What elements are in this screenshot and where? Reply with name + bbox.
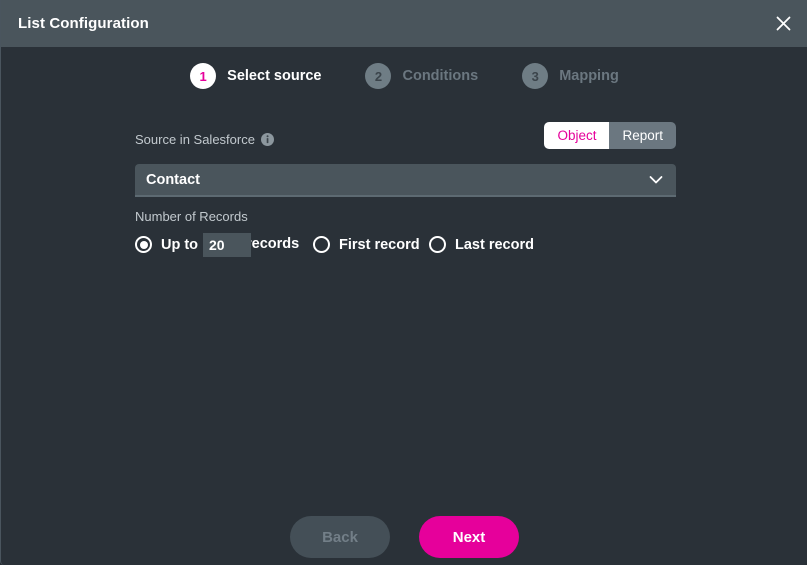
dialog-titlebar: List Configuration bbox=[1, 0, 807, 47]
dialog-title: List Configuration bbox=[18, 15, 149, 32]
radio-first-record-label: First record bbox=[339, 236, 420, 253]
toggle-option-object[interactable]: Object bbox=[544, 122, 610, 149]
step-label-conditions: Conditions bbox=[402, 68, 479, 84]
records-label: Number of Records bbox=[135, 209, 248, 224]
step-label-mapping: Mapping bbox=[559, 68, 619, 84]
source-label: Source in Salesforce bbox=[135, 132, 274, 147]
toggle-option-report[interactable]: Report bbox=[609, 122, 676, 149]
dialog-footer: Back Next bbox=[1, 516, 807, 558]
source-label-text: Source in Salesforce bbox=[135, 132, 255, 147]
source-object-select[interactable]: Contact bbox=[135, 164, 676, 197]
step-number-3: 3 bbox=[522, 63, 549, 89]
radio-last-record-control[interactable] bbox=[429, 236, 446, 253]
step-conditions[interactable]: 2 Conditions bbox=[365, 63, 478, 89]
radio-first-record[interactable]: First record bbox=[313, 236, 420, 253]
source-type-toggle: Object Report bbox=[544, 122, 676, 149]
source-form: Source in Salesforce Object Report Conta… bbox=[135, 122, 676, 257]
radio-up-to[interactable]: Up to bbox=[135, 236, 198, 253]
records-suffix-label: records bbox=[246, 236, 300, 252]
step-label-select-source: Select source bbox=[227, 68, 322, 84]
wizard-stepper: 1 Select source 2 Conditions 3 Mapping bbox=[1, 63, 807, 89]
radio-up-to-label: Up to bbox=[161, 236, 199, 253]
back-button[interactable]: Back bbox=[290, 516, 390, 558]
source-label-row: Source in Salesforce Object Report bbox=[135, 122, 676, 153]
close-icon[interactable] bbox=[766, 6, 800, 40]
step-select-source[interactable]: 1 Select source bbox=[190, 63, 321, 89]
list-configuration-dialog: List Configuration 1 Select source 2 Con… bbox=[0, 0, 807, 565]
radio-up-to-dot bbox=[139, 240, 148, 249]
radio-last-record[interactable]: Last record bbox=[429, 236, 534, 253]
step-number-2: 2 bbox=[365, 63, 392, 89]
step-mapping[interactable]: 3 Mapping bbox=[522, 63, 619, 89]
records-options-row: Up to records First record Last record bbox=[135, 233, 676, 257]
radio-first-record-control[interactable] bbox=[313, 236, 330, 253]
step-number-1: 1 bbox=[190, 63, 217, 89]
radio-up-to-control[interactable] bbox=[135, 236, 152, 253]
next-button[interactable]: Next bbox=[419, 516, 519, 558]
radio-last-record-label: Last record bbox=[455, 236, 534, 253]
records-count-input[interactable] bbox=[203, 233, 251, 257]
info-icon[interactable] bbox=[260, 133, 274, 146]
chevron-down-icon bbox=[649, 175, 663, 184]
source-object-select-value: Contact bbox=[146, 171, 200, 188]
